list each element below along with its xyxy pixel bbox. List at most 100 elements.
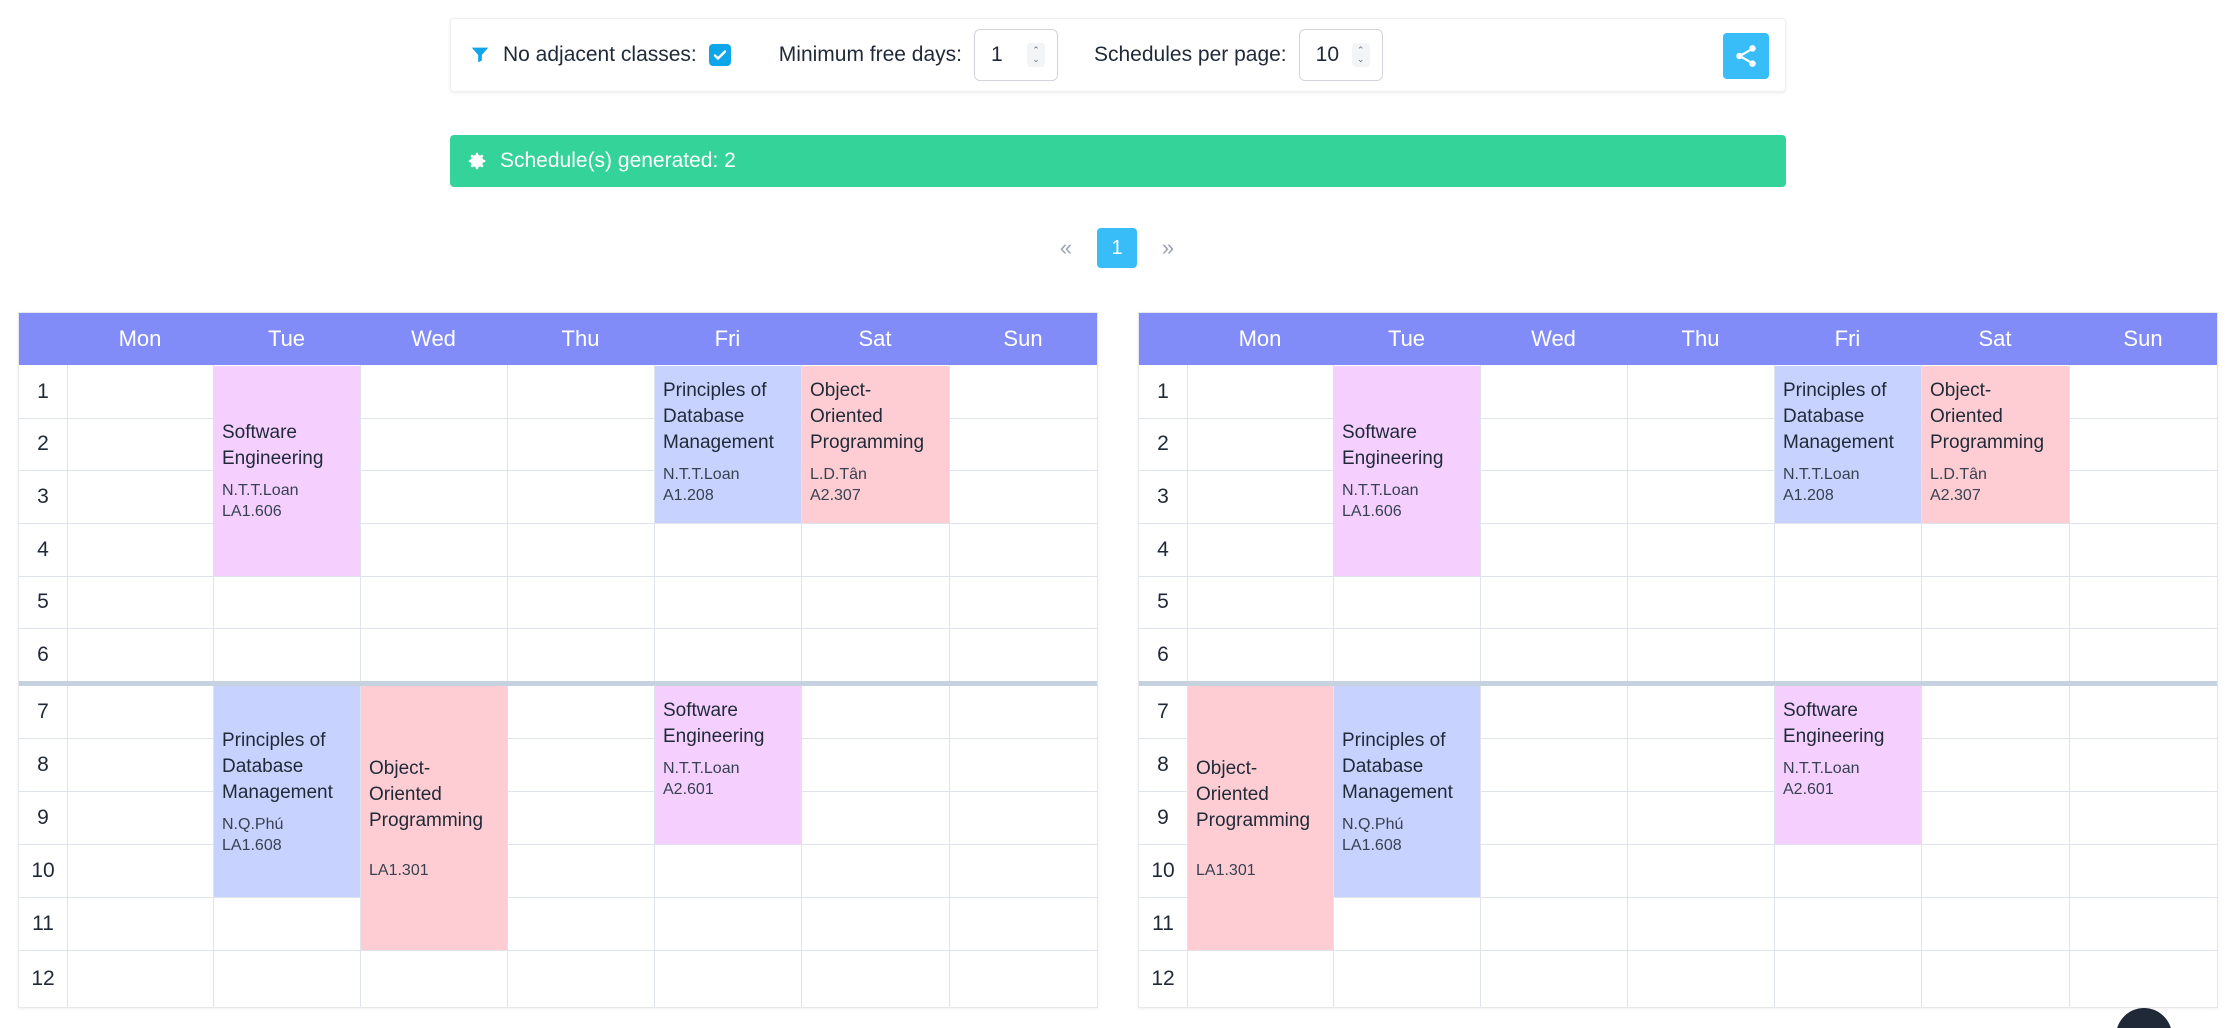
period-label: 6 [1157, 643, 1169, 666]
course-room: LA1.608 [1342, 836, 1402, 854]
course-block[interactable]: Principles of Database Management N.Q.Phú… [214, 686, 360, 897]
grid-line [949, 365, 950, 1007]
grid-line [19, 897, 1097, 898]
free-days-value: 1 [991, 43, 1003, 66]
course-room: LA1.301 [369, 861, 429, 879]
share-button[interactable] [1723, 33, 1769, 79]
day-header-sun: Sun [2123, 326, 2163, 351]
course-room: A2.307 [810, 487, 861, 504]
per-page-spinner[interactable]: ⌃ ⌄ [1351, 43, 1370, 67]
next-page-button[interactable]: » [1149, 228, 1187, 268]
course-room: LA1.606 [222, 503, 282, 520]
course-block[interactable]: Principles of Database Management N.T.T.L… [655, 366, 801, 523]
check-icon [713, 50, 726, 60]
course-block[interactable]: Software Engineering N.T.T.Loan LA1.606 [1334, 366, 1480, 576]
grid-line [1139, 576, 2217, 577]
day-header-thu: Thu [561, 326, 600, 351]
course-lecturer: N.T.T.Loan [1342, 482, 1419, 499]
course-block[interactable]: Software Engineering N.T.T.Loan A2.601 [1775, 686, 1921, 844]
course-block[interactable]: Software Engineering N.T.T.Loan LA1.606 [214, 366, 360, 576]
course-name: Object-Oriented Programming [369, 757, 484, 831]
course-lecturer: N.T.T.Loan [1783, 466, 1860, 483]
course-block[interactable]: Software Engineering N.T.T.Loan A2.601 [655, 686, 801, 844]
period-label: 12 [1151, 967, 1175, 990]
grid-line [19, 950, 1097, 951]
grid-line [2069, 365, 2070, 1007]
course-lecturer: L.D.Tân [810, 466, 867, 483]
day-header-row: Mon Tue Wed Thu Fri Sat Sun [1139, 313, 2217, 365]
day-header-row: Mon Tue Wed Thu Fri Sat Sun [19, 313, 1097, 365]
course-block[interactable]: Principles of Database Management N.Q.Phú… [1334, 686, 1480, 897]
period-label: 8 [1157, 753, 1169, 776]
period-label: 2 [37, 432, 49, 455]
course-lecturer: N.T.T.Loan [663, 760, 740, 777]
grid-line [19, 844, 1097, 845]
floating-action-button[interactable] [2116, 1008, 2172, 1028]
day-header-thu: Thu [1681, 326, 1720, 351]
course-lecturer: L.D.Tân [1930, 466, 1987, 483]
grid-line [19, 576, 1097, 577]
period-label: 4 [37, 538, 49, 561]
page-1-button[interactable]: 1 [1097, 228, 1137, 268]
course-name: Principles of Database Management [1783, 380, 1894, 453]
schedule-options-bar: No adjacent classes: Minimum free days: … [450, 18, 1786, 92]
period-label: 12 [31, 967, 55, 990]
grid-line [1139, 628, 2217, 629]
course-block[interactable]: Object-Oriented Programming L.D.Tân A2.307 [802, 366, 949, 523]
grid-line [1139, 523, 2217, 524]
course-name: Software Engineering [222, 422, 324, 469]
course-name: Principles of Database Management [222, 729, 333, 803]
period-label: 6 [37, 643, 49, 666]
period-label: 3 [1157, 485, 1169, 508]
course-name: Principles of Database Management [663, 380, 774, 453]
course-room: A1.208 [663, 487, 714, 504]
share-icon [1736, 45, 1756, 67]
grid-line [67, 365, 68, 1007]
period-label: 7 [37, 700, 49, 723]
prev-page-button[interactable]: « [1047, 228, 1085, 268]
course-room: A2.601 [1783, 781, 1834, 798]
period-label: 10 [1151, 859, 1175, 882]
grid-line [19, 628, 1097, 629]
free-days-spinner[interactable]: ⌃ ⌄ [1027, 43, 1045, 67]
schedule-table-2: Mon Tue Wed Thu Fri Sat Sun 1 2 3 4 5 6 7 8 9 10 11 12 Soft… [1138, 312, 2218, 1008]
break-divider [19, 681, 1097, 686]
course-name: Software Engineering [663, 700, 765, 747]
course-block[interactable]: Object-Oriented Programming L.D.Tân A2.307 [1922, 366, 2069, 523]
day-header-mon: Mon [1238, 326, 1282, 351]
period-label: 8 [37, 753, 49, 776]
filter-icon [469, 44, 491, 66]
grid-line [1480, 365, 1481, 1007]
course-lecturer: N.Q.Phú [1342, 815, 1404, 833]
course-block[interactable]: Principles of Database Management N.T.T.L… [1775, 366, 1921, 523]
period-label: 11 [1152, 912, 1174, 935]
grid-line [1627, 365, 1628, 1007]
schedules-generated-banner: Schedule(s) generated: 2 [450, 135, 1786, 187]
course-lecturer: N.T.T.Loan [222, 482, 299, 499]
per-page-value: 10 [1315, 43, 1339, 66]
grid-line [19, 523, 1097, 524]
course-room: A1.208 [1783, 487, 1834, 504]
per-page-input[interactable]: 10 ⌃ ⌄ [1298, 29, 1383, 81]
course-name: Software Engineering [1342, 422, 1444, 469]
period-label: 11 [32, 912, 54, 935]
course-block[interactable]: Object-Oriented Programming LA1.301 [361, 686, 507, 950]
period-label: 10 [31, 859, 55, 882]
period-label: 2 [1157, 432, 1169, 455]
period-label: 1 [1157, 380, 1169, 403]
course-lecturer: N.Q.Phú [222, 815, 284, 833]
adjacent-classes-checkbox[interactable] [708, 44, 731, 66]
course-name: Object-Oriented Programming [1930, 380, 2045, 453]
course-room: LA1.301 [1196, 861, 1256, 879]
course-name: Object-Oriented Programming [810, 380, 925, 453]
grid-line [19, 791, 1097, 792]
course-name: Principles of Database Management [1342, 729, 1453, 803]
day-header-sat: Sat [858, 326, 892, 351]
free-days-input[interactable]: 1 ⌃ ⌄ [974, 29, 1058, 81]
day-header-wed: Wed [411, 326, 456, 351]
period-label: 4 [1157, 538, 1169, 561]
grid-line [1139, 950, 2217, 951]
grid-line [19, 738, 1097, 739]
course-block[interactable]: Object-Oriented Programming LA1.301 [1188, 686, 1333, 950]
course-lecturer: N.T.T.Loan [1783, 760, 1860, 777]
